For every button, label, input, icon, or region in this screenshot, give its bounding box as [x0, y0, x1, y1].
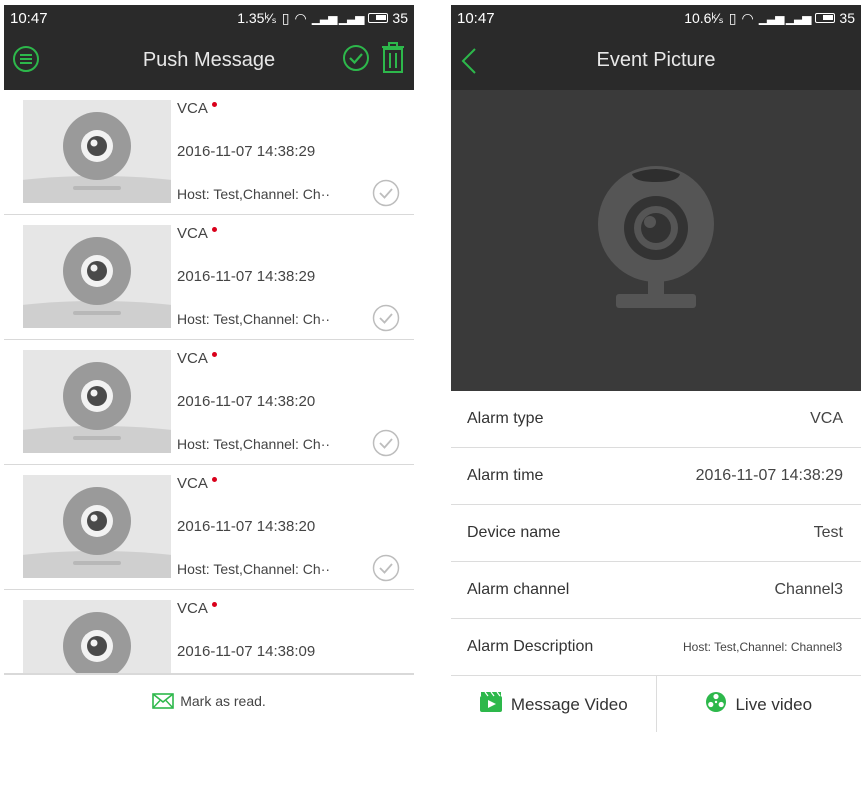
live-video-button[interactable]: Live video — [655, 676, 862, 732]
message-video-button[interactable]: Message Video — [451, 676, 656, 732]
alarm-channel-label: Alarm channel — [467, 581, 570, 598]
trash-icon[interactable] — [380, 42, 406, 80]
video-play-icon — [479, 691, 503, 718]
event-picture — [451, 90, 861, 391]
alarm-description-value: Host: Test,Channel: Channel3 — [683, 640, 843, 654]
battery-icon: 35 — [815, 10, 855, 26]
message-type: VCA — [177, 600, 217, 617]
signal-icon: ▁▃▅ ▁▃▅ — [311, 11, 365, 25]
wifi-icon: ◠ — [741, 9, 754, 26]
message-type: VCA — [177, 100, 217, 117]
message-type: VCA — [177, 350, 217, 367]
network-speed: 10.6ᵏ⁄ₛ — [684, 9, 724, 26]
event-picture-screen: 10:47 10.6ᵏ⁄ₛ ▯ ◠ ▁▃▅ ▁▃▅ 35 Event Pictu… — [451, 5, 861, 732]
alarm-time-label: Alarm time — [467, 467, 544, 484]
message-time: 2016-11-07 14:38:29 — [177, 268, 316, 285]
message-time: 2016-11-07 14:38:20 — [177, 393, 316, 410]
envelope-icon — [152, 691, 175, 712]
status-bar: 10:47 1.35ᵏ⁄ₛ ▯ ◠ ▁▃▅ ▁▃▅ 35 — [4, 5, 414, 31]
alarm-description-row: Alarm Description Host: Test,Channel: Ch… — [451, 619, 861, 676]
action-bar: Message Video Live video — [451, 676, 861, 732]
alarm-channel-row: Alarm channel Channel3 — [451, 562, 861, 619]
message-item[interactable]: VCA 2016-11-07 14:38:09 — [4, 590, 414, 674]
alarm-type-value: VCA — [810, 410, 843, 427]
message-host: Host: Test,Channel: Ch·· — [177, 436, 331, 452]
alarm-type-row: Alarm type VCA — [451, 391, 861, 448]
camera-thumbnail — [23, 100, 171, 203]
status-time: 10:47 — [457, 9, 495, 27]
alarm-type-label: Alarm type — [467, 410, 544, 427]
vibrate-icon: ▯ — [281, 9, 290, 26]
message-item[interactable]: VCA 2016-11-07 14:38:29 Host: Test,Chann… — [4, 215, 414, 340]
message-item[interactable]: VCA 2016-11-07 14:38:29 Host: Test,Chann… — [4, 90, 414, 215]
signal-icon: ▁▃▅ ▁▃▅ — [758, 11, 812, 25]
mark-as-read-button[interactable]: Mark as read. — [4, 674, 414, 727]
unread-dot — [211, 352, 217, 357]
unread-dot — [211, 227, 217, 232]
device-name-row: Device name Test — [451, 505, 861, 562]
camera-thumbnail — [23, 600, 171, 673]
unread-dot — [211, 102, 217, 107]
camera-thumbnail — [23, 350, 171, 453]
message-video-label: Message Video — [510, 694, 628, 714]
message-type: VCA — [177, 225, 217, 242]
message-time: 2016-11-07 14:38:09 — [177, 643, 316, 660]
alarm-time-row: Alarm time 2016-11-07 14:38:29 — [451, 448, 861, 505]
device-name-label: Device name — [467, 524, 561, 541]
network-speed: 1.35ᵏ⁄ₛ — [237, 9, 277, 26]
camera-thumbnail — [23, 475, 171, 578]
menu-icon[interactable] — [12, 45, 40, 79]
title-bar: Push Message — [4, 31, 414, 90]
camera-thumbnail — [23, 225, 171, 328]
vibrate-icon: ▯ — [728, 9, 737, 26]
message-host: Host: Test,Channel: Ch·· — [177, 561, 331, 577]
battery-icon: 35 — [368, 10, 408, 26]
title-bar: Event Picture — [451, 31, 861, 90]
unread-dot — [211, 477, 217, 482]
alarm-channel-value: Channel3 — [774, 581, 844, 598]
webcam-icon — [598, 165, 714, 308]
live-video-label: Live video — [735, 694, 813, 714]
mark-as-read-label: Mark as read. — [180, 693, 266, 709]
select-check-icon[interactable] — [372, 429, 400, 462]
select-all-check-icon[interactable] — [342, 44, 370, 78]
back-icon[interactable] — [459, 47, 479, 81]
status-bar: 10:47 10.6ᵏ⁄ₛ ▯ ◠ ▁▃▅ ▁▃▅ 35 — [451, 5, 861, 31]
select-check-icon[interactable] — [372, 304, 400, 337]
message-host: Host: Test,Channel: Ch·· — [177, 311, 331, 327]
message-item[interactable]: VCA 2016-11-07 14:38:20 Host: Test,Chann… — [4, 465, 414, 590]
alarm-description-label: Alarm Description — [467, 638, 594, 655]
push-message-screen: 10:47 1.35ᵏ⁄ₛ ▯ ◠ ▁▃▅ ▁▃▅ 35 Push Messag… — [4, 5, 414, 732]
select-check-icon[interactable] — [372, 179, 400, 212]
message-time: 2016-11-07 14:38:29 — [177, 143, 316, 160]
page-title: Event Picture — [596, 49, 716, 71]
message-time: 2016-11-07 14:38:20 — [177, 518, 316, 535]
select-check-icon[interactable] — [372, 554, 400, 587]
unread-dot — [211, 602, 217, 607]
alarm-time-value: 2016-11-07 14:38:29 — [695, 467, 843, 484]
page-title: Push Message — [142, 49, 276, 71]
message-host: Host: Test,Channel: Ch·· — [177, 186, 331, 202]
status-time: 10:47 — [10, 9, 48, 27]
film-reel-icon — [705, 691, 727, 718]
message-item[interactable]: VCA 2016-11-07 14:38:20 Host: Test,Chann… — [4, 340, 414, 465]
device-name-value: Test — [813, 524, 843, 541]
message-type: VCA — [177, 475, 217, 492]
message-list: VCA 2016-11-07 14:38:29 Host: Test,Chann… — [4, 90, 414, 674]
wifi-icon: ◠ — [294, 9, 307, 26]
